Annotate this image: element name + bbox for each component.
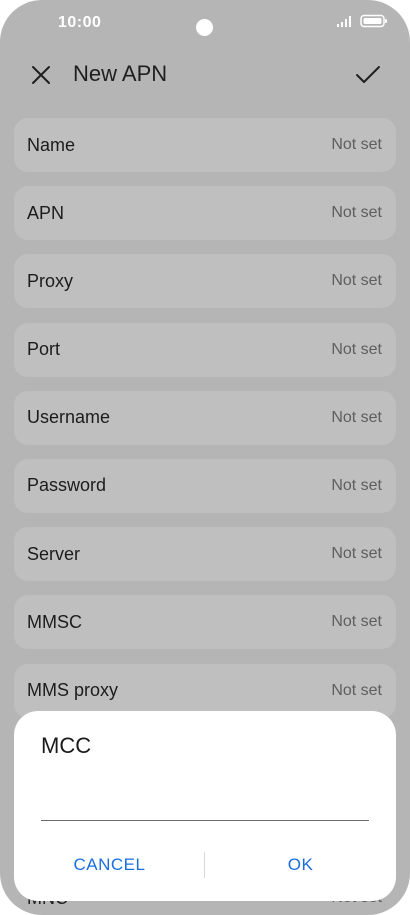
- status-icons: [336, 14, 388, 28]
- field-label: Port: [27, 339, 61, 360]
- apn-settings-list: Name Not set APN Not set Proxy Not set P…: [14, 118, 396, 732]
- field-label: Name: [27, 134, 76, 155]
- field-label: Proxy: [27, 270, 74, 291]
- field-label: Username: [27, 407, 111, 428]
- cancel-button[interactable]: CANCEL: [14, 849, 205, 881]
- battery-icon: [360, 14, 387, 28]
- signal-icon: [337, 16, 351, 27]
- field-label: APN: [27, 202, 65, 223]
- field-label: Server: [27, 543, 81, 564]
- apn-field-name[interactable]: Name Not set: [14, 118, 396, 172]
- field-label: MMS proxy: [27, 680, 119, 700]
- mcc-input[interactable]: [41, 781, 369, 821]
- status-bar: 10:00: [0, 0, 410, 46]
- page-title: New APN: [73, 61, 168, 86]
- close-icon: [32, 66, 50, 84]
- field-value: Not set: [331, 681, 382, 699]
- front-camera: [196, 19, 213, 36]
- phone-screen: 10:00 New APN Name Not set APN Not set P…: [0, 0, 410, 915]
- app-bar: New APN: [0, 50, 410, 98]
- apn-field-proxy[interactable]: Proxy Not set: [14, 254, 396, 309]
- checkmark-icon: [356, 66, 380, 83]
- apn-field-mms-proxy[interactable]: MMS proxy Not set: [14, 663, 396, 718]
- apn-field-mmsc[interactable]: MMSC Not set: [14, 595, 396, 650]
- field-value: Not set: [331, 545, 382, 563]
- save-button[interactable]: [352, 59, 384, 91]
- field-value: Not set: [331, 272, 382, 290]
- close-button[interactable]: [26, 60, 56, 90]
- field-value: Not set: [331, 136, 382, 153]
- field-value: Not set: [331, 613, 382, 631]
- dialog-actions: CANCEL OK: [14, 849, 396, 881]
- field-value: Not set: [331, 204, 382, 222]
- apn-field-apn[interactable]: APN Not set: [14, 186, 396, 241]
- apn-field-server[interactable]: Server Not set: [14, 527, 396, 582]
- field-label: MMSC: [27, 611, 82, 632]
- apn-field-port[interactable]: Port Not set: [14, 322, 396, 377]
- apn-field-password[interactable]: Password Not set: [14, 458, 396, 513]
- field-value: Not set: [331, 476, 382, 494]
- ok-button[interactable]: OK: [205, 849, 396, 881]
- status-time: 10:00: [58, 14, 102, 31]
- field-label: Password: [27, 475, 107, 496]
- field-value: Not set: [331, 408, 382, 426]
- dialog-title: MCC: [41, 733, 92, 758]
- mcc-input-dialog: MCC CANCEL OK: [14, 711, 396, 901]
- apn-field-username[interactable]: Username Not set: [14, 390, 396, 445]
- field-value: Not set: [331, 340, 382, 358]
